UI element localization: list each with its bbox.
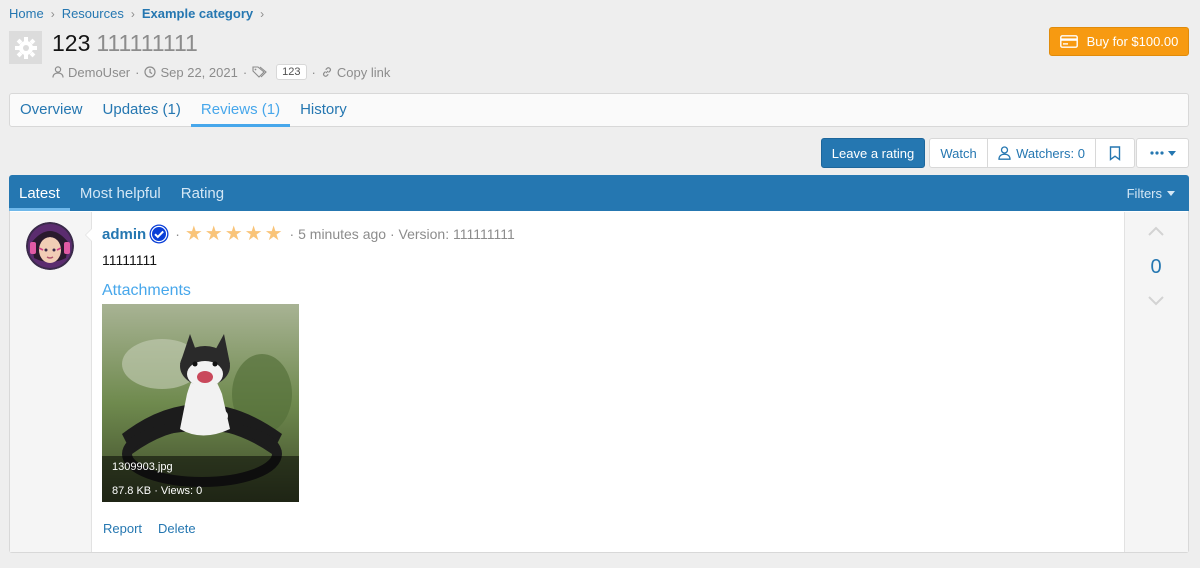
tab-overview[interactable]: Overview [10, 94, 93, 126]
watch-button-group: Watch Watchers: 0 [929, 138, 1135, 168]
watchers-button[interactable]: Watchers: 0 [988, 139, 1096, 167]
buy-button[interactable]: Buy for $100.00 [1049, 27, 1189, 56]
star-icon: ★ [184, 223, 203, 245]
chevron-right-icon: › [260, 6, 265, 21]
tab-updates[interactable]: Updates (1) [93, 94, 191, 126]
avatar[interactable] [26, 222, 74, 270]
link-icon [321, 66, 333, 78]
star-icon: ★ [204, 223, 223, 245]
resource-date[interactable]: Sep 22, 2021 [160, 65, 237, 80]
page-title: 123 111111111 [52, 30, 198, 57]
review-version: Version: 111111111 [398, 226, 515, 242]
star-icon: ★ [224, 223, 243, 245]
watchers-label: Watchers: 0 [1016, 145, 1085, 161]
bookmark-icon [1109, 145, 1121, 161]
buy-label: Buy for $100.00 [1086, 34, 1179, 49]
tags-icon [252, 66, 268, 78]
ellipsis-icon [1149, 151, 1164, 155]
filters-button[interactable]: Filters [1127, 175, 1175, 211]
breadcrumb-category[interactable]: Example category [142, 6, 253, 21]
resource-tabs: Overview Updates (1) Reviews (1) History [9, 93, 1189, 127]
breadcrumb: Home › Resources › Example category › [9, 6, 271, 21]
tab-reviews[interactable]: Reviews (1) [190, 94, 291, 127]
bookmark-button[interactable] [1096, 139, 1134, 167]
resource-version: 111111111 [96, 30, 198, 56]
resource-name: 123 [52, 30, 91, 56]
downvote-icon[interactable] [1147, 294, 1165, 311]
review-tabs-header: Latest Most helpful Rating Filters [9, 175, 1189, 211]
tag-item[interactable]: 123 [276, 64, 307, 80]
attachment-info: 1309903.jpg 87.8 KB · Views: 0 [102, 456, 299, 502]
review-time[interactable]: 5 minutes ago [298, 226, 386, 242]
verified-badge-icon [149, 224, 169, 244]
delete-link[interactable]: Delete [158, 521, 196, 536]
attachments-title: Attachments [102, 282, 191, 299]
tab-history[interactable]: History [290, 94, 357, 126]
watch-button[interactable]: Watch [930, 139, 988, 167]
resource-gear-icon [9, 31, 42, 64]
filters-label: Filters [1126, 185, 1162, 201]
breadcrumb-resources[interactable]: Resources [62, 6, 124, 21]
more-options-button[interactable] [1136, 138, 1189, 168]
caret-down-icon [1167, 190, 1175, 196]
credit-card-icon [1059, 35, 1078, 48]
user-icon [998, 146, 1011, 160]
resource-author-link[interactable]: DemoUser [68, 65, 130, 80]
review-author-link[interactable]: admin [102, 226, 146, 243]
attachment-stats: 87.8 KB · Views: 0 [112, 485, 203, 497]
caret-down-icon [1167, 150, 1176, 156]
chevron-right-icon: › [50, 6, 55, 21]
leave-rating-button[interactable]: Leave a rating [821, 138, 925, 168]
attachment-thumbnail[interactable]: 1309903.jpg 87.8 KB · Views: 0 [102, 304, 299, 502]
tab-latest[interactable]: Latest [9, 175, 70, 211]
star-icon: ★ [244, 223, 263, 245]
review-actions: Report Delete [103, 521, 212, 536]
clock-icon [144, 66, 157, 78]
vote-count: 0 [1150, 256, 1162, 278]
attachment-filename: 1309903.jpg [112, 461, 173, 473]
upvote-icon[interactable] [1147, 224, 1165, 241]
review-text: 11111111 [102, 252, 158, 268]
user-icon [52, 66, 64, 78]
resource-meta: DemoUser · Sep 22, 2021 · 123 · Copy lin… [52, 64, 390, 80]
tab-rating[interactable]: Rating [171, 175, 234, 211]
copy-link-button[interactable]: Copy link [337, 65, 390, 80]
chevron-right-icon: › [130, 6, 135, 21]
review-meta: admin · ★ ★ ★ ★ ★ · 5 minutes ago · Version:… [102, 223, 515, 245]
breadcrumb-home[interactable]: Home [9, 6, 44, 21]
report-link[interactable]: Report [103, 521, 142, 536]
star-icon: ★ [264, 223, 283, 245]
star-rating: ★ ★ ★ ★ ★ [185, 224, 285, 244]
tab-most-helpful[interactable]: Most helpful [70, 175, 171, 211]
